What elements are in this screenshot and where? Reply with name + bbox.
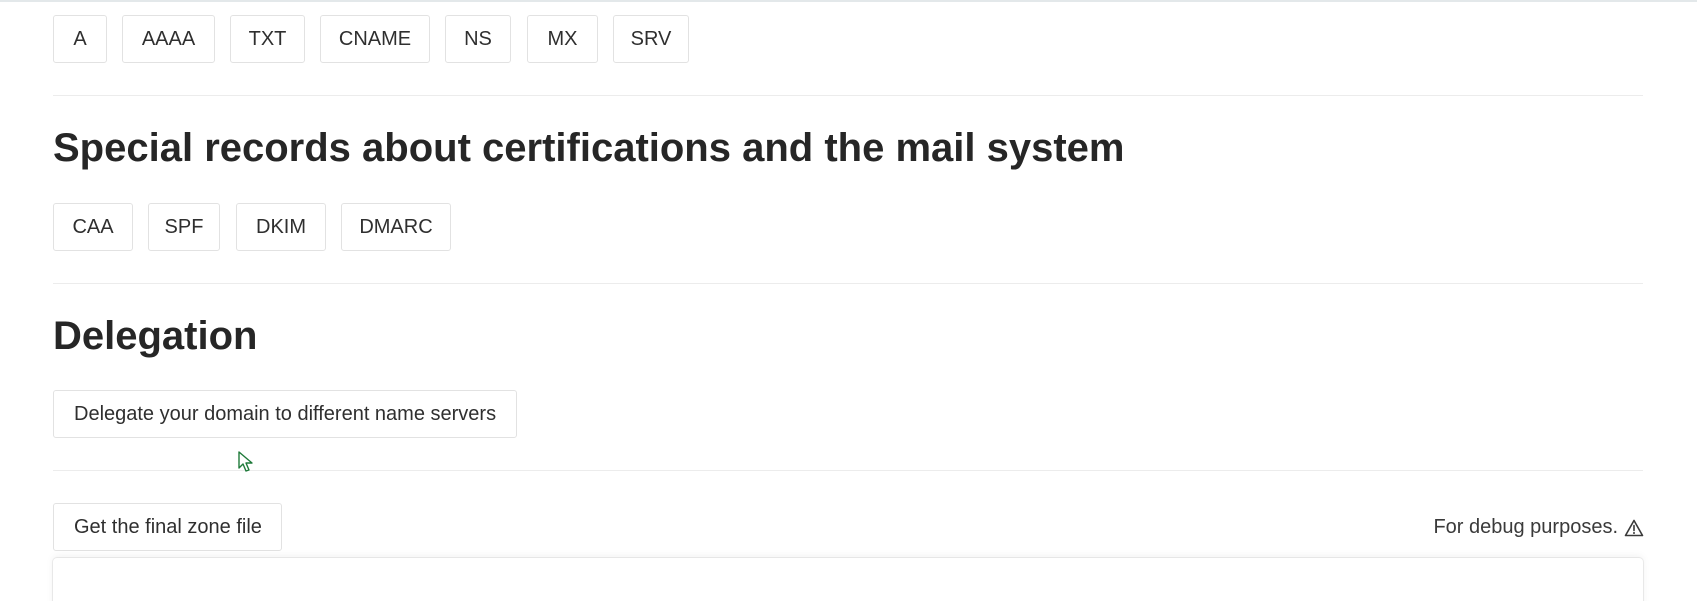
special-records-heading: Special records about certifications and… xyxy=(53,126,1125,170)
record-type-dkim-button[interactable]: DKIM xyxy=(236,203,326,251)
debug-note-text: For debug purposes. xyxy=(1433,516,1618,538)
record-type-txt-button[interactable]: TXT xyxy=(230,15,305,63)
section-divider xyxy=(53,95,1643,96)
record-type-ns-button[interactable]: NS xyxy=(445,15,511,63)
top-border xyxy=(0,0,1697,2)
debug-note: For debug purposes. xyxy=(1433,516,1644,539)
section-divider xyxy=(53,470,1643,471)
dns-records-page: A AAAA TXT CNAME NS MX SRV Special recor… xyxy=(0,0,1697,601)
record-type-mx-button[interactable]: MX xyxy=(527,15,598,63)
record-type-spf-button[interactable]: SPF xyxy=(148,203,220,251)
section-divider xyxy=(53,283,1643,284)
record-type-dmarc-button[interactable]: DMARC xyxy=(341,203,451,251)
warning-triangle-icon xyxy=(1624,519,1644,537)
get-zone-file-button[interactable]: Get the final zone file xyxy=(53,503,282,551)
record-type-cname-button[interactable]: CNAME xyxy=(320,15,430,63)
mouse-pointer-icon xyxy=(238,451,254,473)
delegation-heading: Delegation xyxy=(53,314,258,358)
zone-file-panel xyxy=(53,558,1643,601)
delegate-domain-button[interactable]: Delegate your domain to different name s… xyxy=(53,390,517,438)
record-type-a-button[interactable]: A xyxy=(53,15,107,63)
record-type-srv-button[interactable]: SRV xyxy=(613,15,689,63)
record-type-caa-button[interactable]: CAA xyxy=(53,203,133,251)
record-type-aaaa-button[interactable]: AAAA xyxy=(122,15,215,63)
